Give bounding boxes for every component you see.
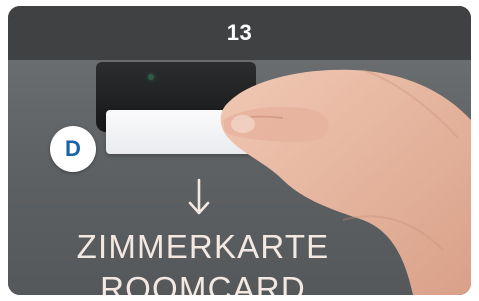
reader-led-icon: [148, 74, 154, 80]
instruction-photo: D ZIMMERKARTE ROOMCARD: [8, 60, 471, 295]
arrow-down-icon: [188, 178, 210, 215]
step-badge: D: [50, 126, 96, 172]
sign-label-english: ROOMCARD: [100, 270, 306, 295]
step-number: 13: [226, 20, 253, 45]
step-header: 13: [8, 6, 471, 60]
sign-label-german: ZIMMERKARTE: [76, 228, 330, 265]
instruction-frame: 13 D ZIMMERKARTE ROOMCARD: [8, 6, 471, 295]
step-badge-letter: D: [65, 136, 81, 161]
